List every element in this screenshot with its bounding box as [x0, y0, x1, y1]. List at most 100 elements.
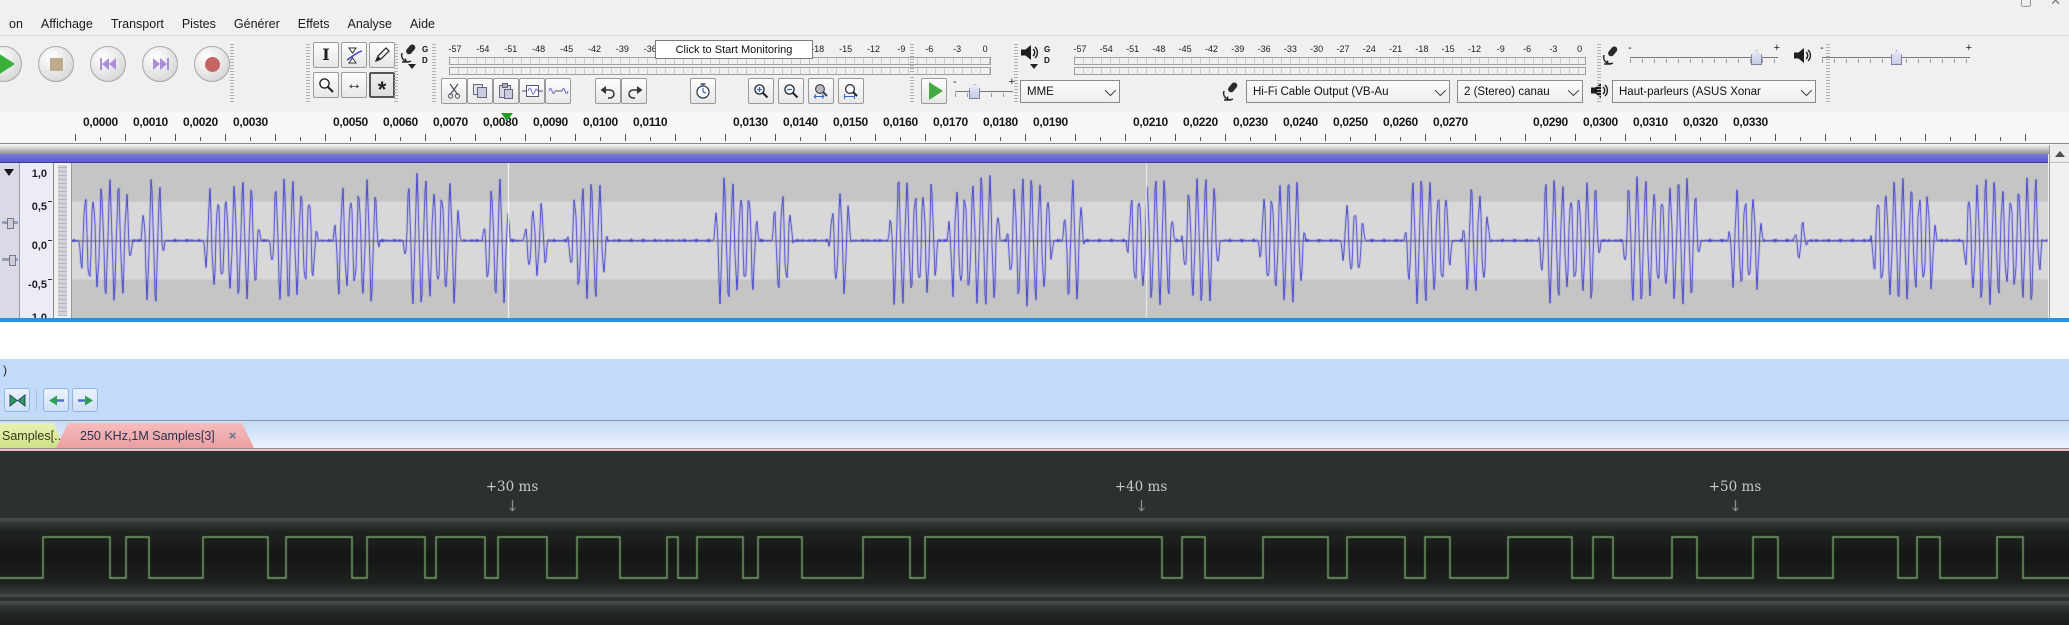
recording-device-select[interactable]: Hi-Fi Cable Output (VB-Au — [1246, 80, 1450, 103]
playback-volume-slider[interactable]: -+ — [1822, 48, 1970, 68]
timeline-major-tick — [1125, 134, 1126, 141]
timeline-major-tick — [275, 134, 276, 141]
gain-slider[interactable] — [2, 221, 18, 224]
timeline-major-tick — [875, 134, 876, 141]
meter-scale-value: -57 — [448, 44, 461, 54]
jump-back-button[interactable] — [43, 388, 69, 412]
toolbar-grip[interactable] — [1014, 44, 1018, 102]
logic-trace-canvas[interactable] — [0, 451, 2069, 625]
track-menu-icon[interactable] — [4, 169, 14, 176]
play-speed-slider[interactable]: -+ — [955, 82, 1013, 102]
toolbar-grip[interactable] — [306, 44, 310, 102]
menu-item-effets[interactable]: Effets — [289, 14, 339, 34]
timeline-major-tick — [1175, 134, 1176, 141]
multi-tool[interactable]: * — [369, 72, 395, 98]
meter-scale-value: -48 — [1152, 44, 1165, 54]
audio-host-select[interactable]: MME — [1020, 80, 1120, 103]
zoom-toggle-button[interactable] — [690, 78, 716, 104]
playback-meter[interactable]: GD-57-54-51-48-45-42-39-36-33-30-27-24-2… — [1020, 44, 1595, 78]
menu-item-pistes[interactable]: Pistes — [173, 14, 225, 34]
tab-samples[interactable]: Samples[... — [0, 423, 64, 448]
play-at-speed-button[interactable] — [921, 78, 947, 104]
waveform-canvas[interactable] — [72, 163, 2048, 318]
track-grip[interactable] — [54, 163, 72, 318]
jump-forward-button[interactable] — [72, 388, 98, 412]
slider-thumb[interactable] — [1891, 50, 1902, 65]
zoom-out-button[interactable] — [778, 78, 804, 104]
playback-device-select[interactable]: Haut-parleurs (ASUS Xonar — [1612, 80, 1816, 103]
stop-button[interactable] — [38, 46, 74, 82]
menu-item-aide[interactable]: Aide — [401, 14, 444, 34]
toolbar-grip[interactable] — [1597, 44, 1601, 102]
silence-button[interactable] — [545, 78, 571, 104]
skip-to-end-button[interactable] — [142, 46, 178, 82]
zoom-tool[interactable] — [313, 72, 339, 98]
timeline-major-tick — [925, 134, 926, 141]
fit-selection-button[interactable] — [808, 78, 834, 104]
fit-project-button[interactable] — [838, 78, 864, 104]
track-control-panel[interactable] — [0, 163, 20, 318]
menu-item-affichage[interactable]: Affichage — [32, 14, 102, 34]
mic-icon — [1220, 82, 1240, 106]
timeline-minor-tick — [300, 137, 301, 141]
timeline-minor-tick — [600, 137, 601, 141]
zoom-fit-button[interactable] — [4, 388, 30, 412]
playhead-marker-icon[interactable] — [501, 113, 513, 121]
transport-toolbar — [0, 42, 230, 102]
mixer-toolbar: -+ -+ — [1600, 44, 1980, 74]
vertical-scrollbar[interactable] — [2049, 145, 2069, 318]
timeline-major-tick — [675, 134, 676, 141]
window-controls[interactable]: ▢✕ — [2000, 0, 2069, 9]
toolbar-grip[interactable] — [230, 44, 234, 102]
redo-button[interactable] — [621, 78, 647, 104]
slider-thumb[interactable] — [1751, 50, 1762, 65]
envelope-tool[interactable] — [341, 42, 367, 68]
monitoring-tooltip: Click to Start Monitoring — [655, 40, 813, 59]
scroll-up-button[interactable] — [2050, 145, 2069, 163]
desktop-gap — [0, 322, 2069, 359]
tab-250khz-samples[interactable]: 250 KHz,1M Samples[3]× — [56, 423, 254, 448]
meter-scale-value: -6 — [925, 44, 933, 54]
menu-item-transport[interactable]: Transport — [102, 14, 173, 34]
toolbar-grip[interactable] — [1826, 44, 1830, 102]
close-icon[interactable]: ✕ — [2050, 0, 2061, 9]
tab-bar: Samples[... 250 KHz,1M Samples[3]× — [0, 421, 2069, 448]
play-button[interactable] — [0, 46, 22, 82]
toolbar-grip[interactable] — [910, 44, 914, 102]
meter-scale-value: -18 — [811, 44, 824, 54]
cut-button[interactable] — [441, 78, 467, 104]
copy-button[interactable] — [467, 78, 493, 104]
chevron-down-icon — [1105, 84, 1116, 95]
menu-item-analyse[interactable]: Analyse — [338, 14, 400, 34]
timeline-label: 0,0070 — [433, 115, 468, 129]
menu-item-on[interactable]: on — [0, 14, 32, 34]
toolbar-grip[interactable] — [394, 44, 398, 102]
meter-scale-value: -15 — [1442, 44, 1455, 54]
recording-channels-select[interactable]: 2 (Stereo) canau — [1457, 80, 1583, 103]
timeline-label: 0,0150 — [833, 115, 868, 129]
slider-thumb[interactable] — [969, 84, 980, 99]
recording-volume-slider[interactable]: -+ — [1630, 48, 1778, 68]
maximize-icon[interactable]: ▢ — [2020, 0, 2032, 9]
selection-tool[interactable]: I — [313, 42, 339, 68]
timeline-minor-tick — [750, 137, 751, 141]
draw-tool[interactable] — [369, 42, 395, 68]
tab-close-icon[interactable]: × — [229, 428, 237, 443]
toolbar-grip[interactable] — [432, 44, 436, 102]
meter-scale-value: -36 — [1258, 44, 1271, 54]
trim-button[interactable] — [519, 78, 545, 104]
zoom-in-button[interactable] — [748, 78, 774, 104]
paste-button[interactable] — [493, 78, 519, 104]
undo-button[interactable] — [595, 78, 621, 104]
vertical-scale-ruler[interactable]: 1,00,50,0-0,51,0 — [20, 163, 54, 318]
timeline-major-tick — [1925, 134, 1926, 141]
menu-item-gnrer[interactable]: Générer — [225, 14, 289, 34]
timeline-ruler[interactable]: 0,00000,00100,00200,00300,00500,00600,00… — [0, 112, 2069, 144]
timeline-major-tick — [125, 134, 126, 141]
record-button[interactable] — [194, 46, 230, 82]
slider-minus-label: - — [953, 76, 957, 88]
skip-to-start-button[interactable] — [90, 46, 126, 82]
pan-slider[interactable] — [2, 258, 18, 261]
timeshift-tool[interactable]: ↔ — [341, 72, 367, 98]
toolbar-area: I↔* GD-57-54-51-48-45-42-39-36-33-30-27-… — [0, 36, 2069, 112]
